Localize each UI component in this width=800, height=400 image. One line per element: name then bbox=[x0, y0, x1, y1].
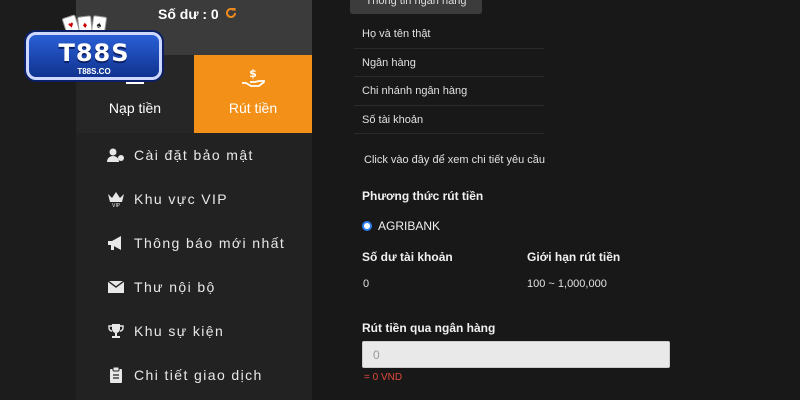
clipboard-icon bbox=[106, 366, 126, 384]
bank-info-row: Số tài khoản bbox=[354, 106, 544, 134]
bank-info-tab[interactable]: Thông tin ngân hàng bbox=[350, 0, 482, 14]
menu-item-label: Khu sự kiện bbox=[134, 323, 225, 339]
tab-withdraw[interactable]: $ Rút tiền bbox=[194, 55, 312, 133]
bank-option-label: AGRIBANK bbox=[378, 219, 441, 233]
menu-item-label: Cài đặt bảo mật bbox=[134, 147, 254, 163]
withdraw-limit-value: 100 ~ 1,000,000 bbox=[527, 278, 607, 290]
bank-info-row: Chi nhánh ngân hàng bbox=[354, 77, 544, 106]
menu-item-label: Khu vực VIP bbox=[134, 191, 229, 207]
withdraw-method-title: Phương thức rút tiền bbox=[362, 189, 484, 203]
vnd-amount-note: = 0 VND bbox=[364, 372, 403, 383]
bank-info-row: Họ và tên thật bbox=[354, 20, 544, 49]
logo-subtext: T88S.CO bbox=[77, 67, 111, 76]
sidebar-menu: Cài đặt bảo mật VIP Khu vực VIP Thông bá… bbox=[76, 133, 312, 397]
withdraw-icon: $ bbox=[194, 67, 312, 91]
bank-info-list: Họ và tên thật Ngân hàng Chi nhánh ngân … bbox=[354, 20, 544, 134]
svg-text:$: $ bbox=[249, 67, 257, 80]
vip-crown-icon: VIP bbox=[106, 190, 126, 208]
account-balance-title: Số dư tài khoản bbox=[362, 250, 453, 264]
request-details-link[interactable]: Click vào đây để xem chi tiết yêu cầu bbox=[364, 154, 545, 166]
menu-item-inbox[interactable]: Thư nội bộ bbox=[76, 265, 312, 309]
menu-item-vip[interactable]: VIP Khu vực VIP bbox=[76, 177, 312, 221]
bank-withdraw-title: Rút tiền qua ngân hàng bbox=[362, 321, 496, 335]
tab-withdraw-label: Rút tiền bbox=[228, 100, 278, 116]
bank-option-agribank[interactable]: AGRIBANK bbox=[362, 219, 440, 233]
security-user-icon bbox=[106, 146, 126, 164]
menu-item-transactions[interactable]: Chi tiết giao dịch bbox=[76, 353, 312, 397]
megaphone-icon bbox=[106, 234, 126, 252]
refresh-icon[interactable] bbox=[225, 6, 237, 22]
svg-text:VIP: VIP bbox=[112, 203, 120, 208]
menu-item-label: Chi tiết giao dịch bbox=[134, 367, 263, 383]
bank-info-row: Ngân hàng bbox=[354, 49, 544, 77]
main-panel: Thông tin ngân hàng Họ và tên thật Ngân … bbox=[312, 0, 800, 400]
menu-item-news[interactable]: Thông báo mới nhất bbox=[76, 221, 312, 265]
envelope-icon bbox=[106, 278, 126, 296]
withdraw-amount-input[interactable] bbox=[362, 341, 670, 368]
menu-item-security[interactable]: Cài đặt bảo mật bbox=[76, 133, 312, 177]
account-balance-value: 0 bbox=[363, 278, 370, 290]
logo-badge: T88S T88S.CO bbox=[26, 32, 162, 80]
logo-text: T88S bbox=[58, 39, 130, 67]
withdraw-limit-title: Giới hạn rút tiền bbox=[527, 250, 621, 264]
menu-item-label: Thư nội bộ bbox=[134, 279, 216, 295]
radio-selected-icon[interactable] bbox=[362, 221, 372, 231]
site-logo[interactable]: ♥ ♦ ♠ T88S T88S.CO bbox=[20, 12, 170, 90]
menu-item-events[interactable]: Khu sự kiện bbox=[76, 309, 312, 353]
trophy-icon bbox=[106, 322, 126, 340]
menu-item-label: Thông báo mới nhất bbox=[134, 235, 286, 251]
tab-deposit-label: Nạp tiền bbox=[108, 100, 162, 116]
